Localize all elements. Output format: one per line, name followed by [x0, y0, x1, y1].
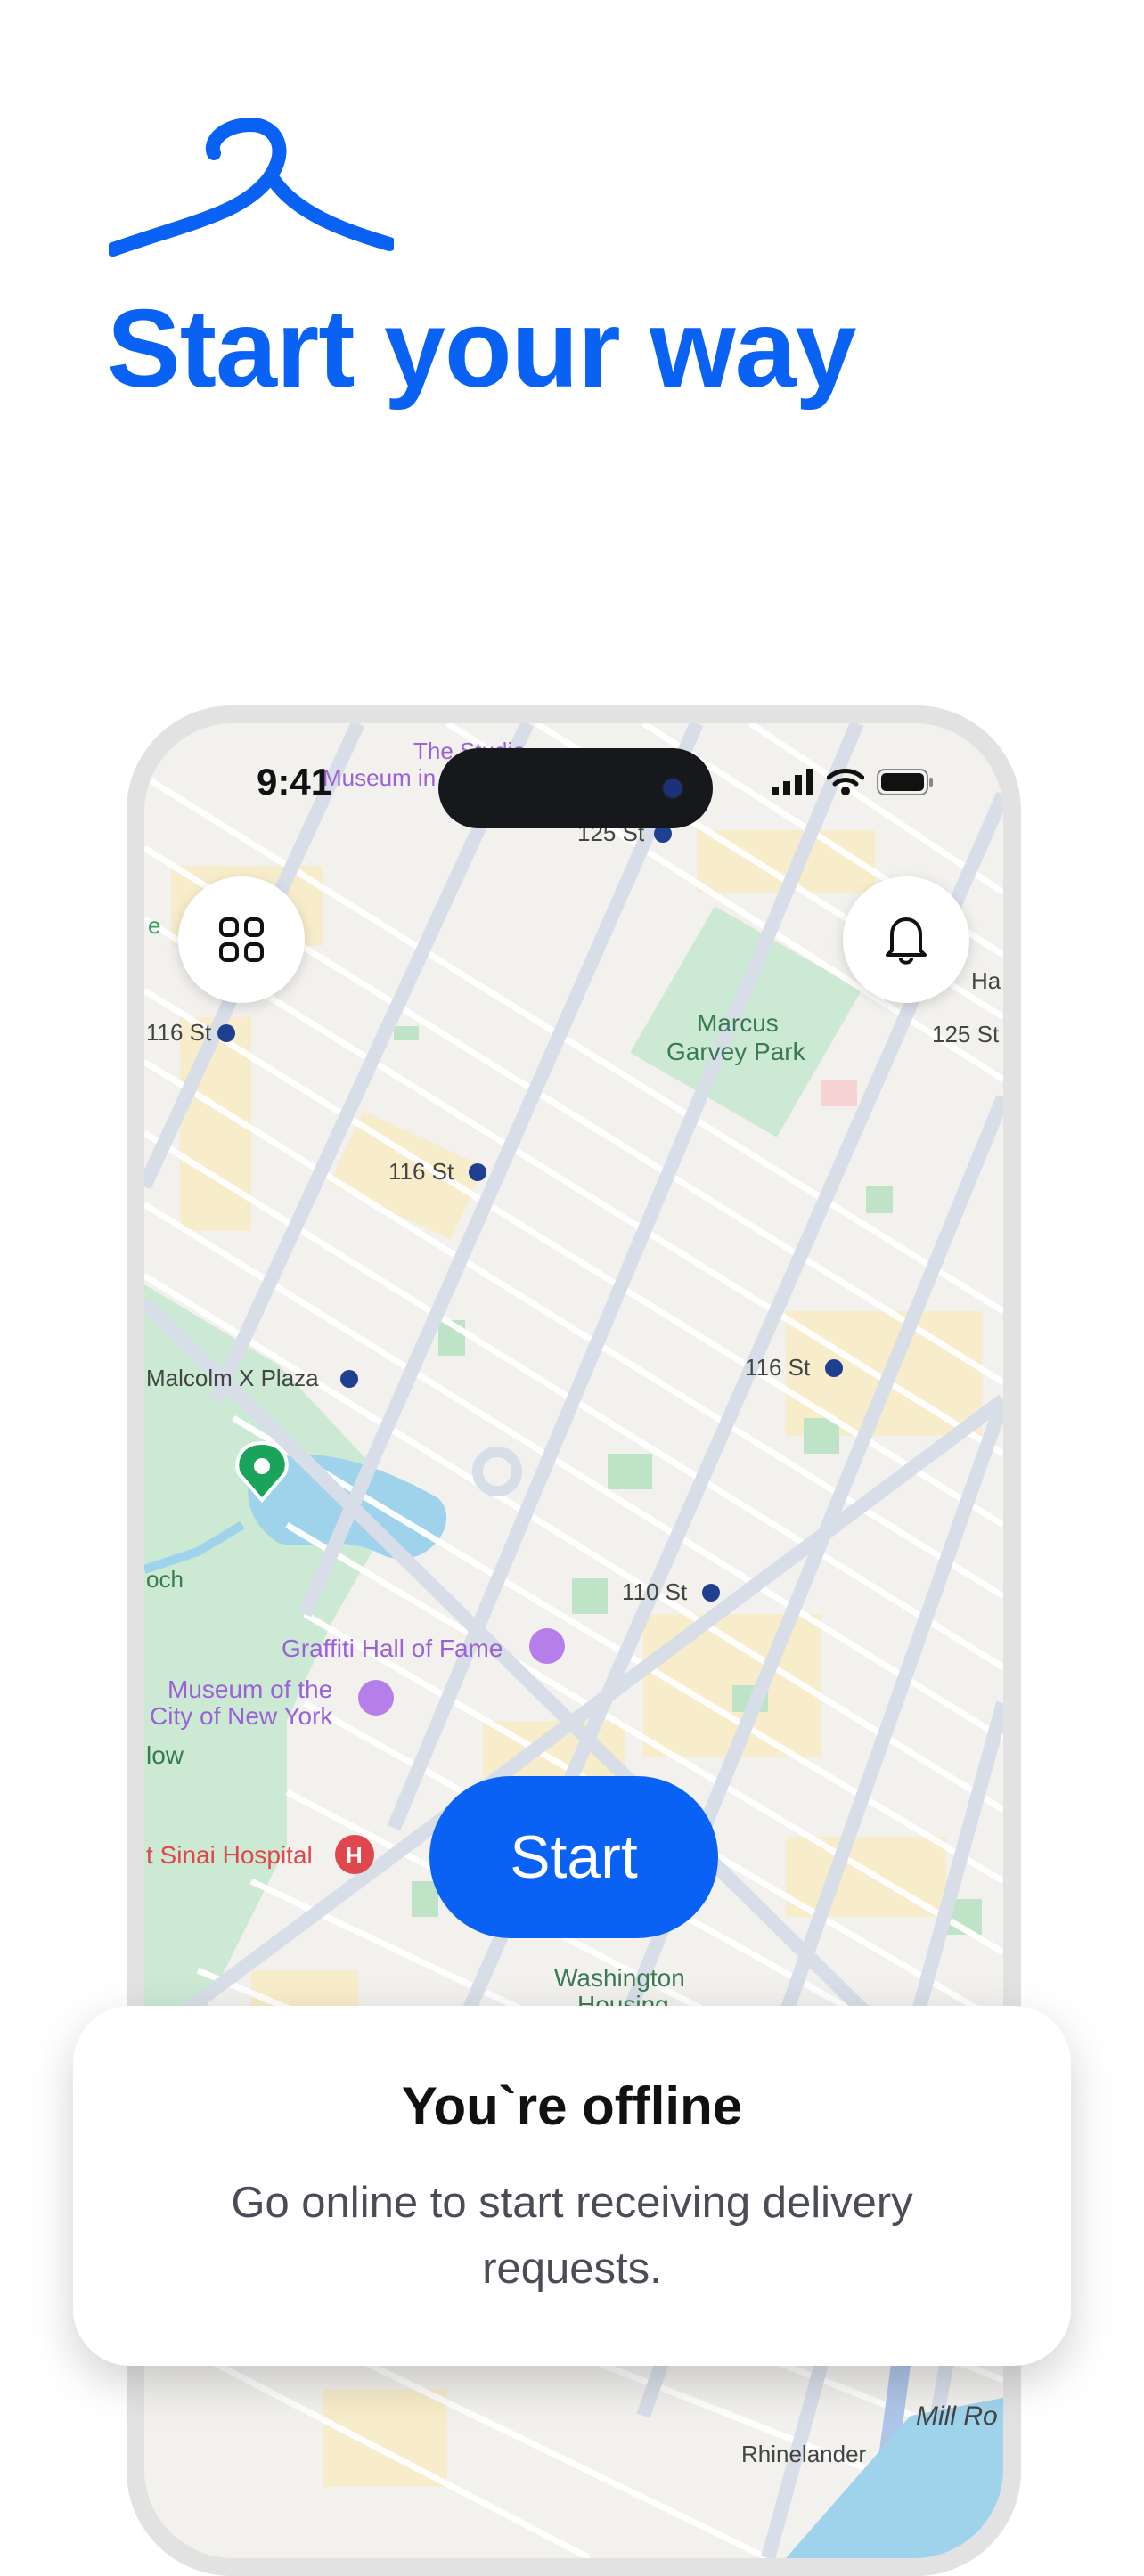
offline-title: You`re offline: [401, 2076, 743, 2136]
hanger-logo-icon: [109, 117, 394, 257]
notifications-button[interactable]: [843, 876, 969, 1003]
dynamic-island: [438, 748, 713, 828]
map-label-116st-left: 116 St: [146, 1019, 212, 1046]
wifi-icon: [827, 769, 864, 795]
map-label-ha: Ha: [971, 967, 1001, 994]
map-label-washington-housing: Washington: [554, 1964, 685, 1992]
status-icons: [772, 768, 934, 796]
map-label-graffiti-hall: Graffiti Hall of Fame: [282, 1634, 503, 1662]
map-label-mill-rock: Mill Ro: [916, 2401, 998, 2431]
map-label-116st-mid: 116 St: [388, 1158, 454, 1185]
map-label-museum-city-ny: Museum of the: [168, 1675, 332, 1703]
map-label-rhinelander: Rhinelander: [741, 2441, 867, 2467]
map-label-e: e: [148, 912, 160, 939]
map-label-mt-sinai: t Sinai Hospital: [146, 1841, 313, 1869]
menu-button[interactable]: [178, 876, 305, 1003]
map-label-marcus-garvey-2: Garvey Park: [666, 1038, 806, 1065]
map-label-116st-right: 116 St: [745, 1354, 811, 1381]
signal-icon: [772, 769, 813, 795]
map-label-museum-city-ny-2: City of New York: [150, 1702, 333, 1730]
map-label-125st-right: 125 St: [932, 1021, 1000, 1048]
map-label-low: low: [146, 1741, 184, 1769]
battery-icon: [877, 769, 933, 795]
map-label-marcus-garvey: Marcus: [697, 1009, 779, 1037]
map-label-malcolm-x-plaza: Malcolm X Plaza: [146, 1365, 319, 1391]
map-label-110st: 110 St: [622, 1578, 688, 1605]
start-button[interactable]: Start: [429, 1776, 718, 1938]
camera-dot: [665, 780, 681, 796]
offline-card: You`re offline Go online to start receiv…: [73, 2006, 1071, 2366]
grid-icon: [219, 917, 264, 962]
offline-message: Go online to start receiving delivery re…: [231, 2179, 913, 2293]
status-time: 9:41: [257, 761, 332, 803]
map-label-studio-museum-2: Museum in: [323, 764, 436, 791]
headline: Start your way: [107, 288, 856, 411]
map-label-och: och: [146, 1566, 184, 1593]
bell-icon: [886, 917, 927, 965]
svg-text:H: H: [346, 1842, 363, 1869]
